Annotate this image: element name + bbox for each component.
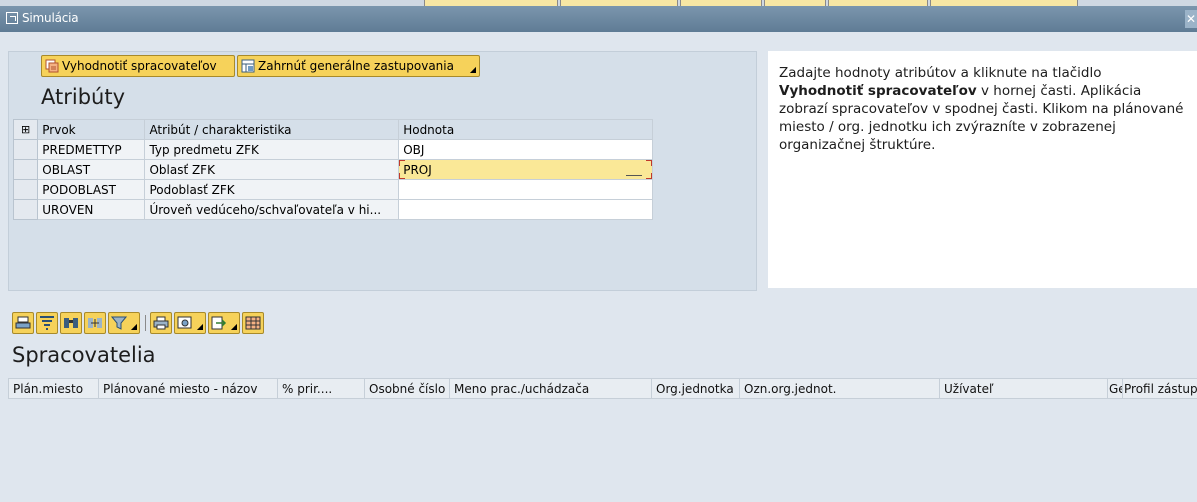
find-icon bbox=[64, 318, 78, 328]
layout-icon bbox=[245, 316, 261, 330]
attribute-cell: Oblasť ZFK bbox=[144, 159, 400, 180]
column-header-element[interactable]: Prvok bbox=[37, 119, 146, 140]
export-button[interactable]: ◢ bbox=[208, 312, 240, 334]
column-header-ge[interactable]: Ge bbox=[1107, 378, 1123, 399]
layout-button[interactable] bbox=[242, 312, 264, 334]
element-cell: UROVEN bbox=[37, 199, 146, 220]
results-panel: Plán.miesto Plánované miesto - názov % p… bbox=[8, 378, 1197, 502]
row-selector[interactable] bbox=[12, 139, 39, 160]
element-cell: PREDMETTYP bbox=[37, 139, 146, 160]
column-header-percent[interactable]: % prir.... bbox=[277, 378, 365, 399]
column-header-position-name[interactable]: Plánované miesto - názov bbox=[98, 378, 278, 399]
row-selector[interactable] bbox=[12, 179, 39, 200]
column-header-employee-name[interactable]: Meno prac./uchádzača bbox=[449, 378, 652, 399]
panel-splitter[interactable] bbox=[0, 291, 1197, 310]
results-title: Spracovatelia bbox=[12, 343, 156, 367]
include-substitutes-label: Zahrnúť generálne zastupovania bbox=[258, 59, 454, 73]
column-header-substitute-profile[interactable]: Profil zástupcov bbox=[1122, 378, 1197, 399]
value-input[interactable] bbox=[398, 199, 653, 220]
sort-filter-button[interactable]: ◢ bbox=[108, 312, 140, 334]
dropdown-arrow-icon: ◢ bbox=[196, 322, 203, 331]
value-input[interactable]: OBJ bbox=[398, 139, 653, 160]
focus-corner bbox=[646, 173, 652, 179]
help-text-bold: Vyhodnotiť spracovateľov bbox=[779, 83, 977, 99]
sort-filter-icon bbox=[111, 316, 127, 330]
dialog-title-bar: Simulácia ✕ bbox=[0, 6, 1197, 32]
include-substitutes-icon bbox=[241, 59, 255, 73]
details-icon bbox=[15, 316, 31, 329]
attributes-panel: Vyhodnotiť spracovateľov Zahrnúť generál… bbox=[8, 51, 757, 291]
find-next-button[interactable] bbox=[84, 312, 106, 334]
column-header-org-unit-label[interactable]: Ozn.org.jednot. bbox=[739, 378, 940, 399]
attributes-header-row: ⊞ Prvok Atribút / charakteristika Hodnot… bbox=[12, 119, 653, 140]
column-header-position[interactable]: Plán.miesto bbox=[8, 378, 99, 399]
column-header-personnel-number[interactable]: Osobné číslo bbox=[364, 378, 450, 399]
dialog-title: Simulácia bbox=[22, 11, 79, 25]
attribute-cell: Úroveň vedúceho/schvaľovateľa v hi... bbox=[144, 199, 400, 220]
element-cell: PODOBLAST bbox=[37, 179, 146, 200]
table-settings-icon[interactable]: ⊞ bbox=[12, 119, 39, 140]
print-icon bbox=[153, 316, 169, 330]
attributes-title: Atribúty bbox=[41, 85, 125, 109]
export-icon bbox=[211, 316, 227, 330]
evaluate-agents-label: Vyhodnotiť spracovateľov bbox=[62, 59, 217, 73]
window-icon bbox=[6, 12, 18, 24]
attribute-cell: Typ predmetu ZFK bbox=[144, 139, 400, 160]
results-table: Plán.miesto Plánované miesto - názov % p… bbox=[8, 378, 1197, 399]
column-header-value[interactable]: Hodnota bbox=[398, 119, 653, 140]
dropdown-arrow-icon[interactable]: ◢ bbox=[470, 66, 476, 74]
column-header-org-unit[interactable]: Org.jednotka bbox=[651, 378, 740, 399]
view-button[interactable]: ◢ bbox=[174, 312, 206, 334]
value-input-text: PROJ bbox=[403, 162, 432, 177]
value-input-active[interactable]: PROJ bbox=[398, 159, 653, 180]
dropdown-arrow-icon: ◢ bbox=[230, 322, 237, 331]
include-substitutes-button[interactable]: Zahrnúť generálne zastupovania ◢ bbox=[237, 55, 480, 77]
focus-corner bbox=[399, 173, 406, 179]
dropdown-arrow-icon: ◢ bbox=[130, 322, 137, 331]
attributes-table: ⊞ Prvok Atribút / charakteristika Hodnot… bbox=[12, 119, 653, 220]
help-text-part: Zadajte hodnoty atribútov a kliknute na … bbox=[779, 65, 1102, 81]
evaluate-icon bbox=[45, 59, 59, 73]
view-icon bbox=[177, 316, 192, 329]
close-icon[interactable]: ✕ bbox=[1185, 10, 1197, 28]
print-button[interactable] bbox=[150, 312, 172, 334]
value-help-indicator[interactable] bbox=[626, 175, 642, 176]
help-text-panel: Zadajte hodnoty atribútov a kliknute na … bbox=[768, 51, 1197, 288]
details-button[interactable] bbox=[12, 312, 34, 334]
focus-corner bbox=[399, 160, 406, 166]
find-button[interactable] bbox=[60, 312, 82, 334]
element-cell: OBLAST bbox=[37, 159, 146, 180]
table-row: UROVEN Úroveň vedúceho/schvaľovateľa v h… bbox=[12, 199, 653, 220]
table-row: PREDMETTYP Typ predmetu ZFK OBJ bbox=[12, 139, 653, 160]
filter-button[interactable] bbox=[36, 312, 58, 334]
table-row: PODOBLAST Podoblasť ZFK bbox=[12, 179, 653, 200]
column-header-attribute[interactable]: Atribút / charakteristika bbox=[144, 119, 400, 140]
toolbar-separator bbox=[145, 315, 146, 331]
find-next-icon bbox=[88, 318, 102, 328]
row-selector[interactable] bbox=[12, 199, 39, 220]
focus-corner bbox=[646, 160, 652, 166]
filter-icon bbox=[40, 316, 54, 330]
column-header-user[interactable]: Užívateľ bbox=[939, 378, 1108, 399]
row-selector[interactable] bbox=[12, 159, 39, 180]
evaluate-agents-button[interactable]: Vyhodnotiť spracovateľov bbox=[41, 55, 235, 77]
value-input[interactable] bbox=[398, 179, 653, 200]
results-header-row: Plán.miesto Plánované miesto - názov % p… bbox=[8, 378, 1197, 399]
attribute-cell: Podoblasť ZFK bbox=[144, 179, 400, 200]
table-row: OBLAST Oblasť ZFK PROJ bbox=[12, 159, 653, 180]
